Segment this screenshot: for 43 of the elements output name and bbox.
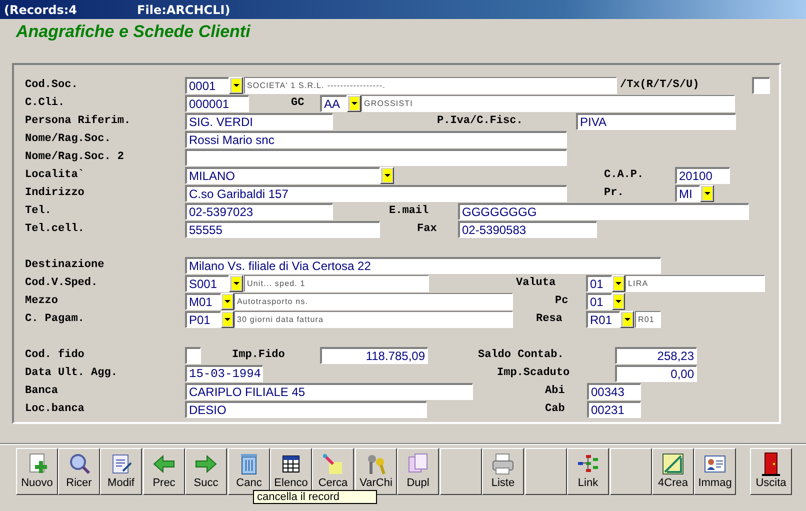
field-label: C.A.P. bbox=[604, 169, 645, 181]
records-count: (Records:4 bbox=[4, 2, 78, 16]
file-name: File:ARCHCLI) bbox=[137, 2, 230, 16]
field-label: Mezzo bbox=[25, 295, 60, 307]
field-label: Cod.V.Sped. bbox=[25, 277, 99, 289]
field-label: Cab bbox=[545, 403, 566, 415]
field-label: C. Pagam. bbox=[25, 313, 86, 325]
field-label: Saldo Contab. bbox=[478, 349, 565, 361]
description-field: Autotrasporto ns. bbox=[234, 292, 513, 310]
form-heading: Anagrafiche e Schede Clienti bbox=[16, 22, 252, 43]
field-label: Imp.Scaduto bbox=[497, 367, 571, 379]
field-label: Loc.banca bbox=[25, 403, 86, 415]
field-label: Pr. bbox=[604, 187, 625, 199]
field-label: /Tx(R/T/S/U) bbox=[620, 79, 700, 91]
field-label: Fax bbox=[417, 223, 438, 235]
field-label: Imp.Fido bbox=[232, 349, 286, 361]
field-label: Abi bbox=[545, 385, 566, 397]
field-label: E.mail bbox=[389, 205, 430, 217]
field-label: Data Ult. Agg. bbox=[25, 367, 118, 379]
field-label: GC bbox=[291, 97, 306, 109]
field-label: Pc bbox=[555, 295, 570, 307]
field-label: Indirizzo bbox=[25, 187, 86, 199]
field-label: Valuta bbox=[516, 277, 557, 289]
field-label: C.Cli. bbox=[25, 97, 66, 109]
description-field: GROSSISTI bbox=[361, 94, 735, 112]
field-label: Cod.Soc. bbox=[25, 79, 79, 91]
description-field: LIRA bbox=[625, 274, 765, 292]
field-label: Nome/Rag.Soc. bbox=[25, 133, 112, 145]
field-label: Resa bbox=[536, 313, 564, 325]
field-label: Nome/Rag.Soc. 2 bbox=[25, 151, 126, 163]
field-label: Banca bbox=[25, 385, 60, 397]
description-field: R01 bbox=[635, 310, 661, 328]
field-label: P.Iva/C.Fisc. bbox=[437, 115, 524, 127]
field-label: Persona Riferim. bbox=[25, 115, 132, 127]
description-field: 30 giorni data fattura bbox=[234, 310, 513, 328]
field-label: Destinazione bbox=[25, 259, 106, 271]
field-label: Tel. bbox=[25, 205, 52, 217]
description-field: Unit... sped. 1 bbox=[244, 274, 429, 292]
description-field: SOCIETA' 1 S.R.L. -----------------. bbox=[244, 76, 617, 94]
field-label: Tel.cell. bbox=[25, 223, 86, 235]
tooltip: cancella il record bbox=[253, 490, 377, 504]
field-label: Cod. fido bbox=[25, 349, 86, 361]
field-label: Localita` bbox=[25, 169, 86, 181]
